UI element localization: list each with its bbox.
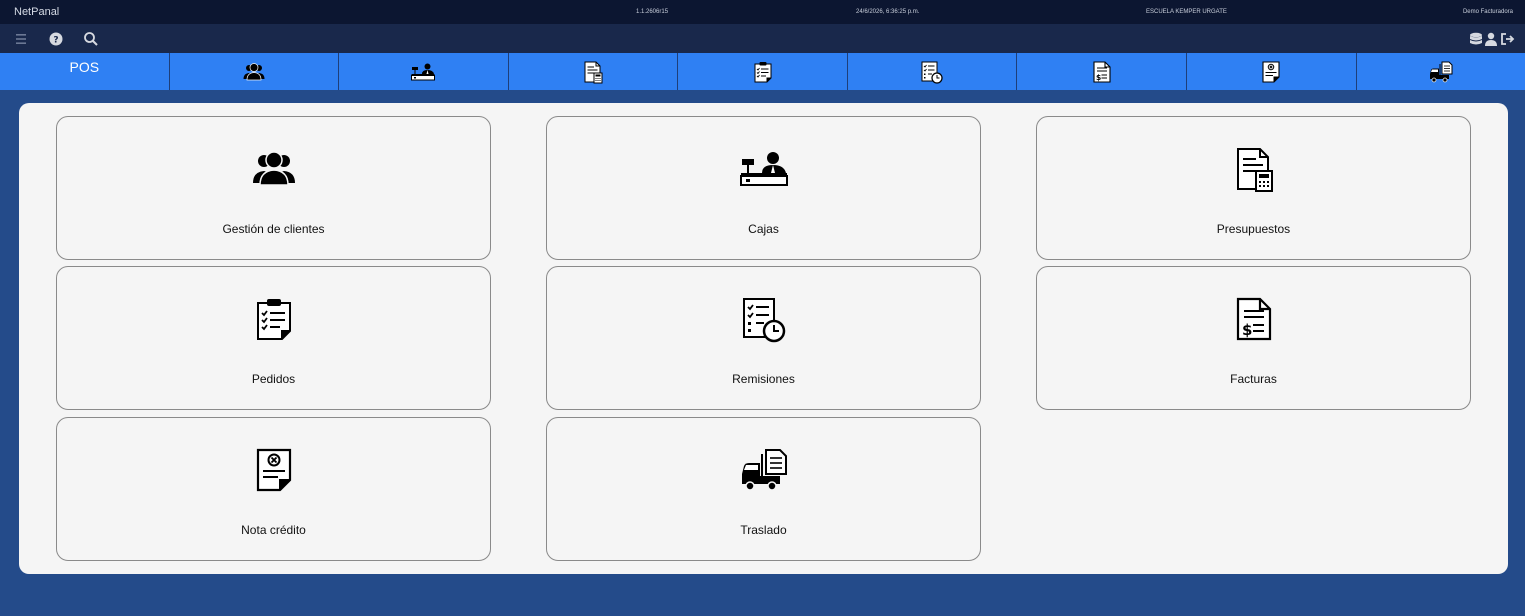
- tab-pos[interactable]: POS: [0, 53, 169, 90]
- card-cash-registers[interactable]: Cajas: [546, 116, 981, 260]
- company-name: ESCUELA KEMPER URGATE: [1146, 9, 1227, 15]
- tab-transfers[interactable]: [1355, 53, 1525, 90]
- tab-pos-label: POS: [69, 59, 100, 75]
- app-name: NetPanal: [14, 6, 60, 18]
- menu-icon[interactable]: [13, 31, 29, 47]
- invoice-icon: [1090, 60, 1114, 84]
- card-remissions[interactable]: Remisiones: [546, 266, 981, 410]
- card-label: Gestión de clientes: [222, 222, 325, 236]
- tab-clients[interactable]: [168, 53, 339, 90]
- remissions-icon: [920, 60, 944, 84]
- help-icon[interactable]: ?: [48, 31, 64, 47]
- card-label: Facturas: [1230, 372, 1277, 386]
- budget-icon: [581, 60, 605, 84]
- tab-budget[interactable]: [507, 53, 678, 90]
- card-label: Remisiones: [732, 372, 795, 386]
- card-orders[interactable]: Pedidos: [56, 266, 491, 410]
- card-label: Presupuestos: [1216, 222, 1291, 236]
- transfer-icon: [1429, 60, 1453, 84]
- logout-icon[interactable]: [1499, 31, 1515, 47]
- search-icon[interactable]: [83, 31, 99, 47]
- card-client-management[interactable]: Gestión de clientes: [56, 116, 491, 260]
- user-icon[interactable]: [1483, 31, 1499, 47]
- main-panel: Gestión de clientes Cajas Presupuestos P…: [19, 103, 1508, 574]
- title-bar: NetPanal 1.1.2606r15 24/6/2026, 6:36:25 …: [0, 0, 1525, 24]
- card-label: Nota crédito: [241, 523, 306, 537]
- card-label: Cajas: [748, 222, 779, 236]
- tab-invoices[interactable]: [1016, 53, 1186, 90]
- card-transfer[interactable]: Traslado: [546, 417, 981, 561]
- toolbar: ?: [0, 24, 1525, 53]
- tab-credit-notes[interactable]: [1185, 53, 1356, 90]
- current-datetime: 24/6/2026, 6:36:25 p.m.: [856, 9, 920, 15]
- card-credit-note[interactable]: Nota crédito: [56, 417, 491, 561]
- tab-remissions[interactable]: [846, 53, 1017, 90]
- budget-icon: [1230, 145, 1278, 193]
- app-version: 1.1.2606r15: [636, 9, 669, 15]
- invoice-icon: [1230, 295, 1278, 343]
- transfer-icon: [740, 446, 788, 494]
- remissions-icon: [740, 295, 788, 343]
- clients-icon: [242, 60, 266, 84]
- module-tab-bar: POS: [0, 53, 1525, 90]
- credit-note-icon: [1259, 60, 1283, 84]
- current-user: Demo Facturadora: [1462, 9, 1513, 15]
- card-label: Pedidos: [251, 372, 296, 386]
- clients-icon: [250, 145, 298, 193]
- orders-icon: [250, 295, 298, 343]
- card-budgets[interactable]: Presupuestos: [1036, 116, 1471, 260]
- tab-cashier[interactable]: [338, 53, 508, 90]
- svg-text:?: ?: [53, 36, 58, 46]
- credit-note-icon: [250, 446, 298, 494]
- tab-orders[interactable]: [677, 53, 847, 90]
- database-icon[interactable]: [1468, 31, 1484, 47]
- card-label: Traslado: [740, 523, 787, 537]
- card-invoices[interactable]: Facturas: [1036, 266, 1471, 410]
- orders-icon: [751, 60, 775, 84]
- cashier-icon: [411, 60, 435, 84]
- cashier-icon: [740, 145, 788, 193]
